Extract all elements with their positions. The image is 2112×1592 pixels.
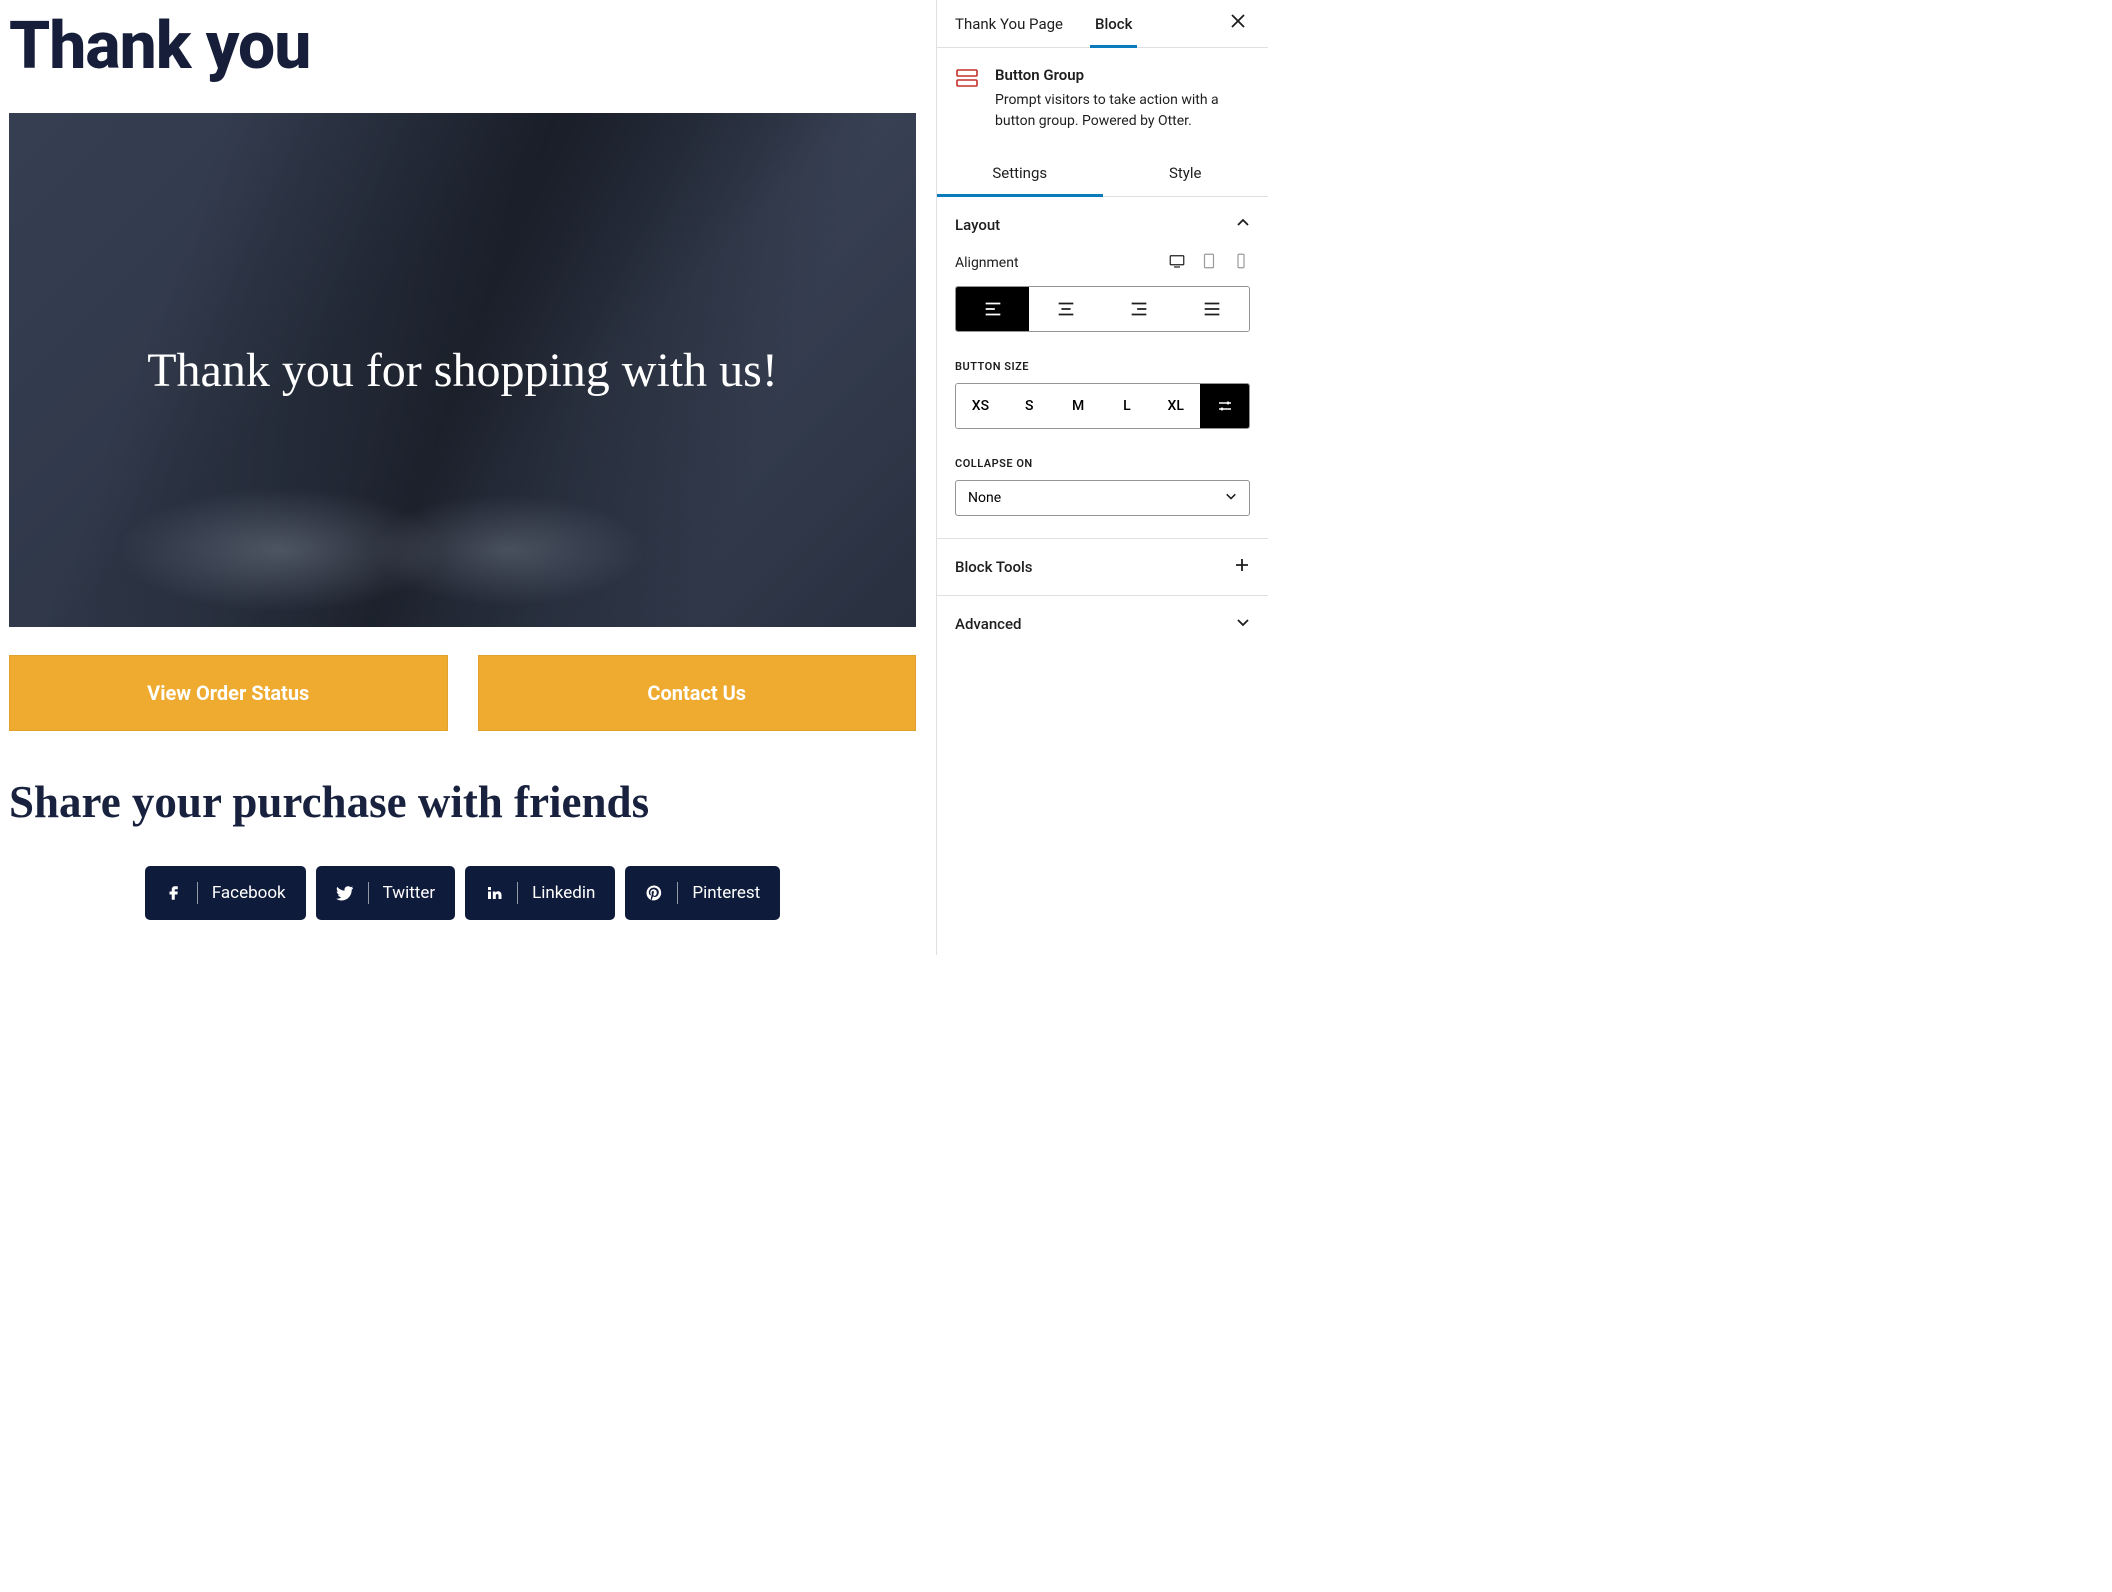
twitter-button[interactable]: Twitter <box>316 866 455 920</box>
collapse-on-label: COLLAPSE ON <box>955 457 1250 470</box>
chevron-up-icon <box>1236 215 1250 234</box>
contact-us-button[interactable]: Contact Us <box>478 655 917 731</box>
plus-icon <box>1234 557 1250 577</box>
panel-header-block-tools[interactable]: Block Tools <box>937 539 1268 595</box>
panel-block-tools: Block Tools <box>937 539 1268 596</box>
close-icon <box>1230 13 1246 29</box>
pinterest-button[interactable]: Pinterest <box>625 866 780 920</box>
align-right-button[interactable] <box>1103 287 1176 331</box>
facebook-icon <box>165 884 183 902</box>
facebook-label: Facebook <box>212 883 286 903</box>
facebook-button[interactable]: Facebook <box>145 866 306 920</box>
size-xl-button[interactable]: XL <box>1151 384 1200 428</box>
editor-canvas[interactable]: Thank you Thank you for shopping with us… <box>0 0 936 955</box>
mobile-icon[interactable] <box>1232 252 1250 274</box>
divider <box>197 882 198 904</box>
size-custom-button[interactable] <box>1200 384 1249 428</box>
align-left-button[interactable] <box>956 287 1029 331</box>
tablet-icon[interactable] <box>1200 252 1218 274</box>
button-size-label: BUTTON SIZE <box>955 360 1250 373</box>
block-name: Button Group <box>995 66 1250 84</box>
hero-image-block[interactable]: Thank you for shopping with us! <box>9 113 916 627</box>
collapse-on-select[interactable]: None <box>955 480 1250 516</box>
twitter-label: Twitter <box>383 883 435 903</box>
block-subtabs: Settings Style <box>937 150 1268 197</box>
panel-title-advanced: Advanced <box>955 615 1021 633</box>
divider <box>517 882 518 904</box>
close-sidebar-button[interactable] <box>1226 9 1250 38</box>
subtab-style[interactable]: Style <box>1103 150 1269 196</box>
align-justify-button[interactable] <box>1176 287 1249 331</box>
alignment-label: Alignment <box>955 255 1019 271</box>
view-order-status-button[interactable]: View Order Status <box>9 655 448 731</box>
alignment-select <box>955 286 1250 332</box>
size-select: XS S M L XL <box>955 383 1250 429</box>
divider <box>677 882 678 904</box>
block-header: Button Group Prompt visitors to take act… <box>937 48 1268 150</box>
subtab-settings[interactable]: Settings <box>937 150 1103 196</box>
block-description: Prompt visitors to take action with a bu… <box>995 90 1250 132</box>
size-m-button[interactable]: M <box>1054 384 1103 428</box>
linkedin-label: Linkedin <box>532 883 595 903</box>
linkedin-icon <box>485 884 503 902</box>
collapse-on-value: None <box>968 490 1001 506</box>
button-group-icon <box>955 66 979 90</box>
sliders-icon <box>1216 397 1234 415</box>
button-group[interactable]: View Order Status Contact Us <box>9 655 916 731</box>
pinterest-label: Pinterest <box>692 883 760 903</box>
twitter-icon <box>336 884 354 902</box>
tab-block[interactable]: Block <box>1095 1 1132 47</box>
share-heading[interactable]: Share your purchase with friends <box>9 776 916 828</box>
page-title[interactable]: Thank you <box>9 8 916 85</box>
size-l-button[interactable]: L <box>1102 384 1151 428</box>
chevron-down-icon <box>1225 490 1237 506</box>
tab-thank-you-page[interactable]: Thank You Page <box>955 1 1063 47</box>
panel-header-layout[interactable]: Layout <box>937 197 1268 252</box>
divider <box>368 882 369 904</box>
chevron-down-icon <box>1236 614 1250 633</box>
hero-heading[interactable]: Thank you for shopping with us! <box>147 343 778 398</box>
settings-sidebar: Thank You Page Block Button Group Prompt… <box>936 0 1268 955</box>
linkedin-button[interactable]: Linkedin <box>465 866 615 920</box>
sidebar-tabs: Thank You Page Block <box>937 0 1268 48</box>
panel-layout: Layout Alignment <box>937 197 1268 539</box>
size-xs-button[interactable]: XS <box>956 384 1005 428</box>
panel-header-advanced[interactable]: Advanced <box>937 596 1268 651</box>
panel-title-layout: Layout <box>955 216 1000 234</box>
pinterest-icon <box>645 884 663 902</box>
align-center-button[interactable] <box>1029 287 1102 331</box>
size-s-button[interactable]: S <box>1005 384 1054 428</box>
panel-title-block-tools: Block Tools <box>955 558 1033 576</box>
panel-advanced: Advanced <box>937 596 1268 651</box>
social-buttons-row[interactable]: Facebook Twitter Linkedin Pinterest <box>9 866 916 920</box>
desktop-icon[interactable] <box>1168 252 1186 274</box>
